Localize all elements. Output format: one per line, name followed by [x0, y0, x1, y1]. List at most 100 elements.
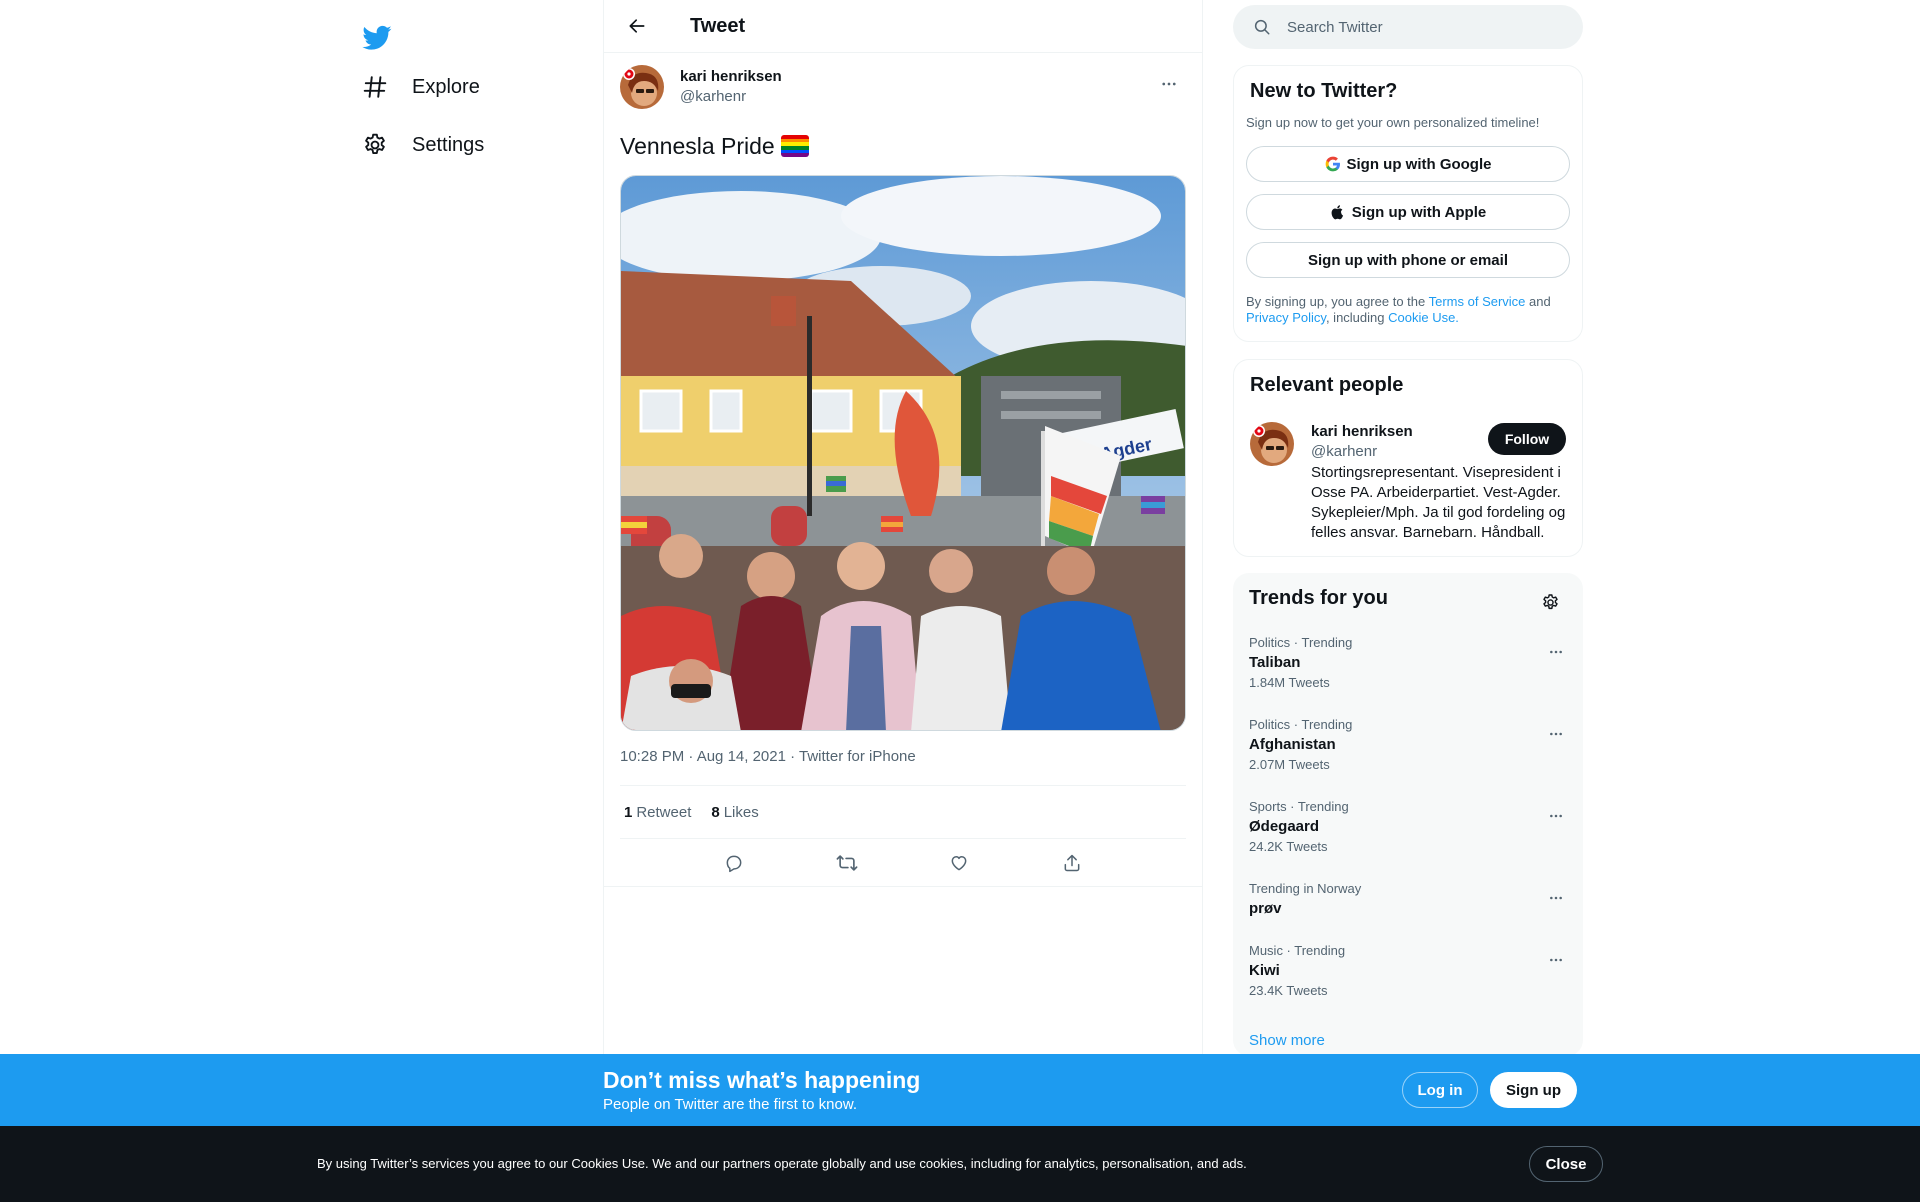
more-icon: [1162, 82, 1176, 86]
search-bar[interactable]: [1233, 5, 1583, 49]
trends-settings-button[interactable]: [1533, 585, 1567, 619]
signup-button[interactable]: Sign up: [1490, 1072, 1577, 1108]
like-button[interactable]: [941, 845, 977, 881]
banner-title: Don’t miss what’s happening: [603, 1067, 921, 1093]
trend-count: 24.2K Tweets: [1249, 839, 1328, 854]
trend-context: Politics · Trending: [1249, 717, 1353, 732]
tweet-photo[interactable]: fri. Agder: [620, 175, 1186, 731]
tweet: kari henriksen @karhenr Vennesla Pride f…: [604, 53, 1202, 887]
login-button[interactable]: Log in: [1402, 1072, 1478, 1108]
nav-settings-label: Settings: [412, 133, 485, 156]
signup-apple-button[interactable]: Sign up with Apple: [1246, 194, 1570, 230]
cookie-banner: By using Twitter’s services you agree to…: [0, 1126, 1920, 1202]
trend-name: prøv: [1249, 900, 1282, 917]
signup-title: New to Twitter?: [1250, 80, 1398, 102]
signup-apple-label: Sign up with Apple: [1351, 203, 1487, 221]
twitter-logo-icon[interactable]: [350, 10, 404, 64]
author-name[interactable]: kari henriksen: [680, 67, 782, 87]
legal-text-3: , including: [1325, 310, 1389, 325]
heart-icon: [951, 855, 967, 870]
trend-item[interactable]: Politics · Trending Taliban 1.84M Tweets: [1233, 635, 1583, 691]
signup-phone-label: Sign up with phone or email: [1307, 251, 1508, 269]
trend-more-button[interactable]: [1539, 635, 1573, 669]
more-options-button[interactable]: [1152, 67, 1186, 101]
retweets-label: Retweet: [636, 803, 692, 821]
tweet-header: Tweet: [604, 0, 1202, 53]
tweet-actions: [604, 839, 1202, 887]
trend-name: Ødegaard: [1249, 818, 1320, 835]
signup-legal: By signing up, you agree to the Terms of…: [1246, 294, 1572, 326]
more-icon: [1550, 896, 1562, 900]
retweet-icon: [836, 854, 858, 871]
trend-item[interactable]: Music · Trending Kiwi 23.4K Tweets: [1233, 943, 1583, 999]
apple-icon: [1331, 205, 1343, 220]
terms-link[interactable]: Terms of Service: [1429, 294, 1526, 309]
more-icon: [1550, 958, 1562, 962]
likes-count: 8: [711, 803, 720, 821]
trends-card: Trends for you Politics · Trending Talib…: [1233, 573, 1583, 1056]
search-icon: [1254, 19, 1270, 35]
trend-context: Politics · Trending: [1249, 635, 1353, 650]
nav-settings[interactable]: Settings: [350, 119, 496, 171]
search-input[interactable]: [1287, 18, 1547, 36]
page-title: Tweet: [690, 14, 746, 37]
tweet-text: Vennesla Pride: [620, 131, 1186, 161]
follow-button[interactable]: Follow: [1488, 423, 1566, 455]
trend-context: Sports · Trending: [1249, 799, 1349, 814]
author-handle[interactable]: @karhenr: [680, 87, 782, 107]
rainbow-flag-icon: [780, 135, 809, 157]
trend-item[interactable]: Trending in Norway prøv: [1233, 881, 1583, 919]
back-button[interactable]: [620, 9, 654, 43]
nav-explore[interactable]: Explore: [350, 61, 492, 113]
arrow-left-icon: [629, 19, 645, 33]
trend-name: Kiwi: [1249, 962, 1280, 979]
cookie-text: By using Twitter’s services you agree to…: [317, 1156, 1247, 1171]
nav-explore-label: Explore: [412, 75, 480, 98]
signup-google-button[interactable]: Sign up with Google: [1246, 146, 1570, 182]
more-icon: [1550, 814, 1562, 818]
retweets-stat[interactable]: 1 Retweet: [624, 804, 691, 821]
legal-text-2: and: [1525, 294, 1551, 309]
retweet-button[interactable]: [829, 845, 865, 881]
tweet-timestamp[interactable]: 10:28 PM · Aug 14, 2021 · Twitter for iP…: [620, 747, 1186, 767]
share-button[interactable]: [1054, 845, 1090, 881]
more-icon: [1550, 732, 1562, 736]
trend-name: Taliban: [1249, 654, 1301, 671]
trend-more-button[interactable]: [1539, 799, 1573, 833]
privacy-link[interactable]: Privacy Policy: [1246, 310, 1326, 325]
relevant-people-card: Relevant people kari henriksen @karhenr …: [1233, 359, 1583, 557]
signup-card: New to Twitter? Sign up now to get your …: [1233, 65, 1583, 342]
relevant-avatar[interactable]: [1250, 422, 1294, 466]
reply-button[interactable]: [716, 845, 752, 881]
relevant-bio: Stortingsrepresentant. Visepresident i O…: [1311, 464, 1566, 541]
retweets-count: 1: [624, 803, 633, 821]
left-navigation: Explore Settings: [340, 0, 600, 1202]
avatar[interactable]: [620, 65, 664, 109]
trend-context: Music · Trending: [1249, 943, 1346, 958]
tweet-author: kari henriksen @karhenr: [620, 65, 1186, 113]
trend-item[interactable]: Politics · Trending Afghanistan 2.07M Tw…: [1233, 717, 1583, 773]
gear-icon: [362, 132, 388, 158]
relevant-handle[interactable]: @karhenr: [1311, 442, 1413, 462]
trend-count: 23.4K Tweets: [1249, 983, 1328, 998]
signup-banner: Don’t miss what’s happening People on Tw…: [0, 1054, 1920, 1126]
trend-more-button[interactable]: [1539, 717, 1573, 751]
google-icon: [1325, 156, 1340, 172]
relevant-name[interactable]: kari henriksen: [1311, 422, 1413, 442]
trend-more-button[interactable]: [1539, 881, 1573, 915]
trend-name: Afghanistan: [1249, 736, 1336, 753]
relevant-people-title: Relevant people: [1250, 374, 1404, 396]
tweet-text-content: Vennesla Pride: [620, 133, 775, 159]
trend-item[interactable]: Sports · Trending Ødegaard 24.2K Tweets: [1233, 799, 1583, 855]
likes-stat[interactable]: 8 Likes: [711, 804, 758, 821]
cookie-close-button[interactable]: Close: [1529, 1146, 1603, 1182]
reply-icon: [726, 855, 742, 872]
legal-text-1: By signing up, you agree to the: [1246, 294, 1429, 309]
trend-more-button[interactable]: [1539, 943, 1573, 977]
signup-phone-email-button[interactable]: Sign up with phone or email: [1246, 242, 1570, 278]
show-more-link[interactable]: Show more: [1249, 1032, 1325, 1049]
signup-google-label: Sign up with Google: [1346, 155, 1492, 173]
signup-subtitle: Sign up now to get your own personalized…: [1246, 115, 1540, 130]
main-column: Tweet kari henriksen @karhenr Vennesla P…: [603, 0, 1203, 1202]
cookie-link[interactable]: Cookie Use.: [1388, 310, 1459, 325]
